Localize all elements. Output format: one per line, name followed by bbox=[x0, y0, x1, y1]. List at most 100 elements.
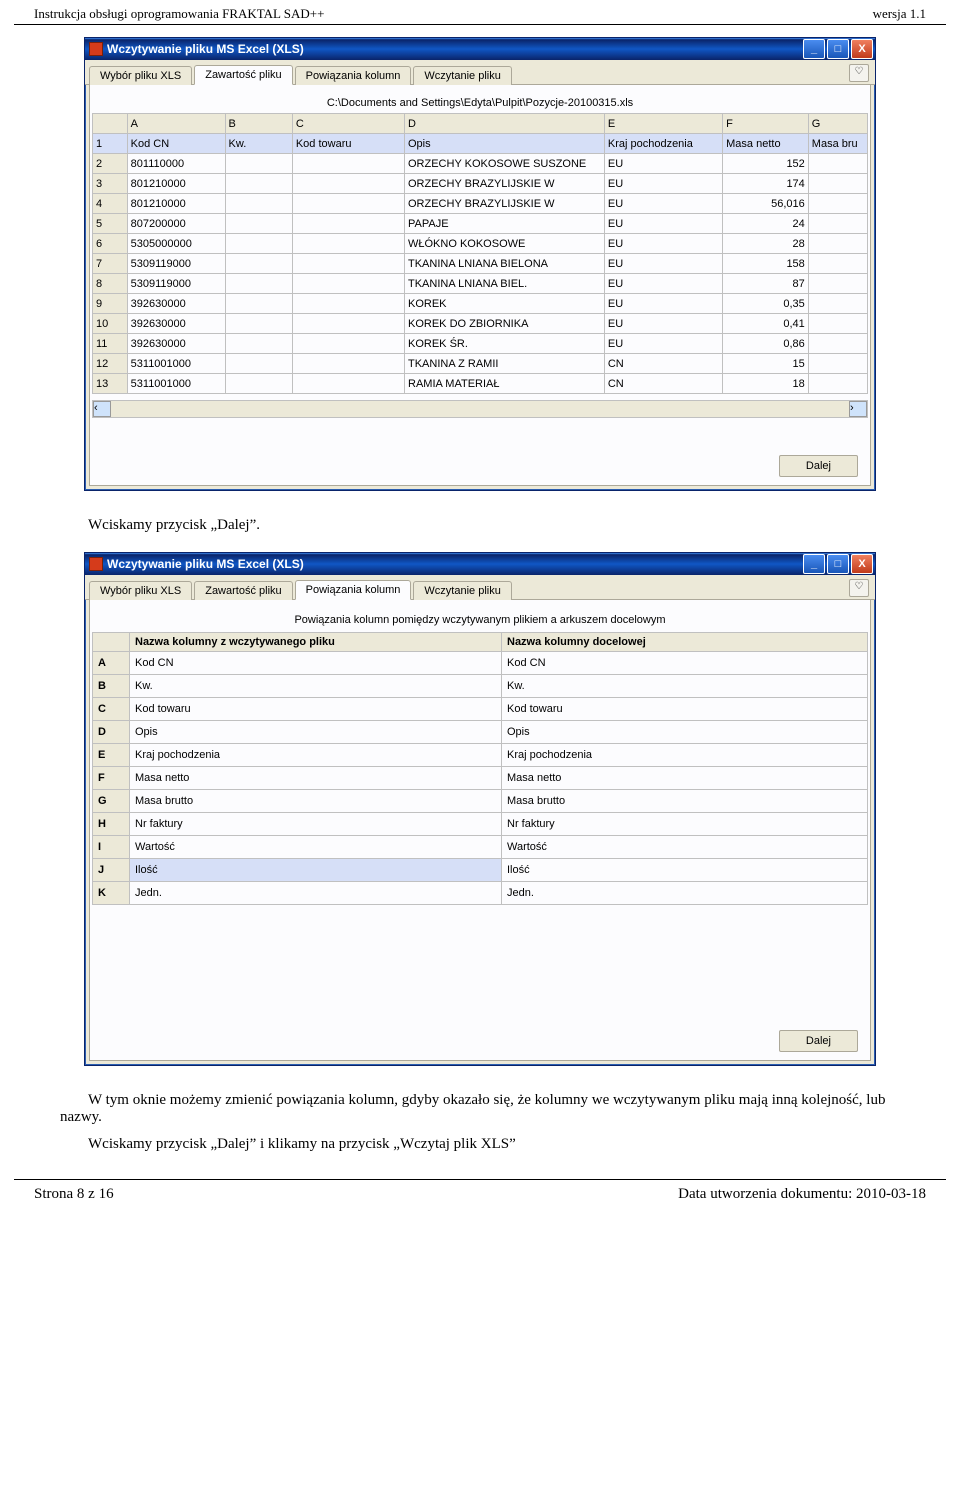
grid-cell: 5311001000 bbox=[127, 354, 225, 374]
minimize-button[interactable]: _ bbox=[803, 39, 825, 59]
grid-row[interactable]: 135311001000RAMIA MATERIAŁCN18 bbox=[93, 374, 868, 394]
grid-cell: 392630000 bbox=[127, 314, 225, 334]
tab-panel-mapping: Powiązania kolumn pomiędzy wczytywanym p… bbox=[89, 600, 871, 1061]
tab2-wybor-pliku[interactable]: Wybór pliku XLS bbox=[89, 581, 192, 600]
grid-row[interactable]: 2801110000ORZECHY KOKOSOWE SUSZONEEU152 bbox=[93, 154, 868, 174]
scroll-left-icon[interactable]: ‹ bbox=[93, 401, 111, 417]
tab-zawartosc-pliku[interactable]: Zawartość pliku bbox=[194, 65, 292, 85]
mapping-source[interactable]: Nr faktury bbox=[130, 813, 502, 836]
mapping-target[interactable]: Nr faktury bbox=[502, 813, 868, 836]
mapping-target[interactable]: Ilość bbox=[502, 859, 868, 882]
grid-cell bbox=[225, 154, 292, 174]
mapping-target[interactable]: Kraj pochodzenia bbox=[502, 744, 868, 767]
close-button-2[interactable]: X bbox=[851, 554, 873, 574]
grid-cell bbox=[808, 294, 867, 314]
mapping-row[interactable]: BKw.Kw. bbox=[93, 675, 868, 698]
grid-row[interactable]: 4801210000ORZECHY BRAZYLIJSKIE WEU56,016 bbox=[93, 194, 868, 214]
col-F[interactable]: F bbox=[723, 114, 809, 134]
row-number: 9 bbox=[93, 294, 128, 314]
horizontal-scrollbar[interactable]: ‹ › bbox=[92, 400, 868, 418]
mapping-source[interactable]: Opis bbox=[130, 721, 502, 744]
mapping-source[interactable]: Masa brutto bbox=[130, 790, 502, 813]
grid-row[interactable]: 85309119000TKANINA LNIANA BIEL.EU87 bbox=[93, 274, 868, 294]
grid-row[interactable]: 3801210000ORZECHY BRAZYLIJSKIE WEU174 bbox=[93, 174, 868, 194]
mapping-row[interactable]: CKod towaruKod towaru bbox=[93, 698, 868, 721]
row-number: 5 bbox=[93, 214, 128, 234]
grid-cell: KOREK DO ZBIORNIKA bbox=[405, 314, 605, 334]
close-button[interactable]: X bbox=[851, 39, 873, 59]
grid-cell: PAPAJE bbox=[405, 214, 605, 234]
col-C[interactable]: C bbox=[292, 114, 404, 134]
mapping-row[interactable]: KJedn.Jedn. bbox=[93, 882, 868, 905]
mapping-target[interactable]: Masa netto bbox=[502, 767, 868, 790]
grid-row[interactable]: 11392630000KOREK ŚR.EU0,86 bbox=[93, 334, 868, 354]
tab-help-icon[interactable]: ♡ bbox=[849, 64, 869, 82]
mapping-row[interactable]: FMasa nettoMasa netto bbox=[93, 767, 868, 790]
grid-cell bbox=[292, 254, 404, 274]
mapping-target[interactable]: Masa brutto bbox=[502, 790, 868, 813]
mapping-source[interactable]: Jedn. bbox=[130, 882, 502, 905]
tab-help-icon-2[interactable]: ♡ bbox=[849, 579, 869, 597]
grid-cell bbox=[808, 314, 867, 334]
mapping-key: J bbox=[93, 859, 130, 882]
tab2-powiazania-kolumn[interactable]: Powiązania kolumn bbox=[295, 580, 412, 600]
tab-powiazania-kolumn[interactable]: Powiązania kolumn bbox=[295, 66, 412, 85]
tab-wczytanie-pliku[interactable]: Wczytanie pliku bbox=[413, 66, 511, 85]
minimize-button-2[interactable]: _ bbox=[803, 554, 825, 574]
grid-cell bbox=[808, 194, 867, 214]
maximize-button-2[interactable]: □ bbox=[827, 554, 849, 574]
grid-cell bbox=[292, 354, 404, 374]
mapping-source[interactable]: Kw. bbox=[130, 675, 502, 698]
grid-row[interactable]: 5807200000PAPAJEEU24 bbox=[93, 214, 868, 234]
mapping-row[interactable]: IWartośćWartość bbox=[93, 836, 868, 859]
mapping-target[interactable]: Wartość bbox=[502, 836, 868, 859]
mapping-row[interactable]: GMasa bruttoMasa brutto bbox=[93, 790, 868, 813]
grid-cell bbox=[292, 294, 404, 314]
tab-wybor-pliku[interactable]: Wybór pliku XLS bbox=[89, 66, 192, 85]
mapping-target[interactable]: Jedn. bbox=[502, 882, 868, 905]
mapping-source[interactable]: Kod CN bbox=[130, 652, 502, 675]
mapping-target[interactable]: Opis bbox=[502, 721, 868, 744]
hdr-opis: Opis bbox=[405, 134, 605, 154]
mapping-target[interactable]: Kod CN bbox=[502, 652, 868, 675]
mapping-target[interactable]: Kod towaru bbox=[502, 698, 868, 721]
col-G[interactable]: G bbox=[808, 114, 867, 134]
col-A[interactable]: A bbox=[127, 114, 225, 134]
grid-row[interactable]: 65305000000WŁÓKNO KOKOSOWEEU28 bbox=[93, 234, 868, 254]
tab2-zawartosc-pliku[interactable]: Zawartość pliku bbox=[194, 581, 292, 600]
scroll-right-icon[interactable]: › bbox=[849, 401, 867, 417]
col-D[interactable]: D bbox=[405, 114, 605, 134]
grid-cell: EU bbox=[604, 214, 722, 234]
grid-cell bbox=[808, 334, 867, 354]
mapping-source[interactable]: Kraj pochodzenia bbox=[130, 744, 502, 767]
mapping-row[interactable]: HNr fakturyNr faktury bbox=[93, 813, 868, 836]
mapping-source[interactable]: Ilość bbox=[130, 859, 502, 882]
dalej-button-2[interactable]: Dalej bbox=[779, 1030, 858, 1052]
mapping-key: D bbox=[93, 721, 130, 744]
grid-row[interactable]: 125311001000TKANINA Z RAMIICN15 bbox=[93, 354, 868, 374]
mapping-row[interactable]: AKod CNKod CN bbox=[93, 652, 868, 675]
col-E[interactable]: E bbox=[604, 114, 722, 134]
grid-cell bbox=[808, 354, 867, 374]
titlebar: Wczytywanie pliku MS Excel (XLS) _ □ X bbox=[85, 38, 875, 60]
maximize-button[interactable]: □ bbox=[827, 39, 849, 59]
row-number: 6 bbox=[93, 234, 128, 254]
mapping-row[interactable]: EKraj pochodzeniaKraj pochodzenia bbox=[93, 744, 868, 767]
hdr-rownum[interactable]: 1 bbox=[93, 134, 128, 154]
mapping-target[interactable]: Kw. bbox=[502, 675, 868, 698]
dalej-button[interactable]: Dalej bbox=[779, 455, 858, 477]
row-number: 7 bbox=[93, 254, 128, 274]
mapping-row[interactable]: JIlośćIlość bbox=[93, 859, 868, 882]
mapping-source[interactable]: Wartość bbox=[130, 836, 502, 859]
tab2-wczytanie-pliku[interactable]: Wczytanie pliku bbox=[413, 581, 511, 600]
grid-cell: TKANINA Z RAMII bbox=[405, 354, 605, 374]
mapping-source[interactable]: Masa netto bbox=[130, 767, 502, 790]
mapping-source[interactable]: Kod towaru bbox=[130, 698, 502, 721]
grid-row[interactable]: 75309119000TKANINA LNIANA BIELONAEU158 bbox=[93, 254, 868, 274]
grid-cell: 174 bbox=[723, 174, 809, 194]
col-B[interactable]: B bbox=[225, 114, 292, 134]
mapping-row[interactable]: DOpisOpis bbox=[93, 721, 868, 744]
grid-row[interactable]: 9392630000KOREKEU0,35 bbox=[93, 294, 868, 314]
grid-row[interactable]: 10392630000KOREK DO ZBIORNIKAEU0,41 bbox=[93, 314, 868, 334]
file-path-label: C:\Documents and Settings\Edyta\Pulpit\P… bbox=[90, 85, 870, 113]
